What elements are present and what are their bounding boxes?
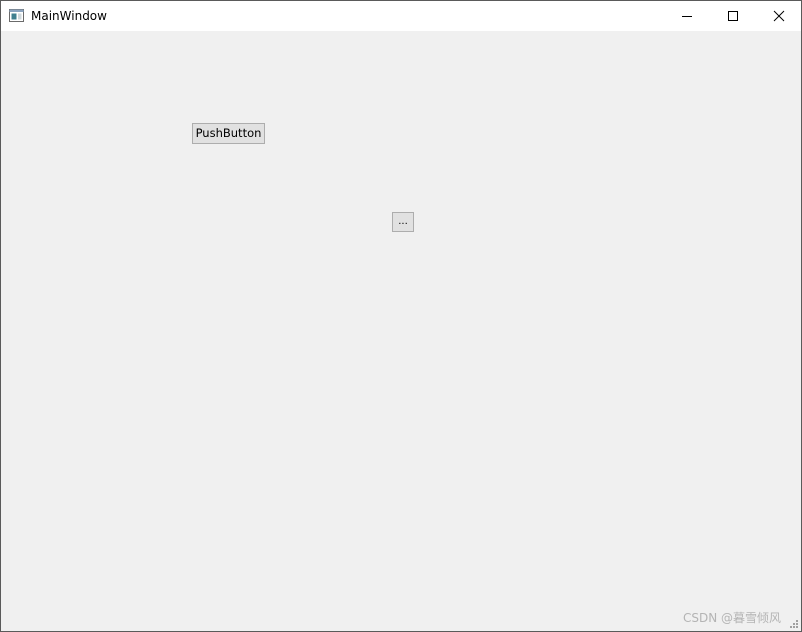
main-window: MainWindow PushButton ... CSDN @暮雪倾风 bbox=[0, 0, 802, 632]
push-button[interactable]: PushButton bbox=[192, 123, 265, 144]
title-bar[interactable]: MainWindow bbox=[1, 1, 801, 31]
tool-button[interactable]: ... bbox=[392, 212, 414, 232]
minimize-button[interactable] bbox=[664, 1, 710, 31]
resize-grip-icon[interactable] bbox=[789, 619, 799, 629]
maximize-icon bbox=[728, 11, 738, 21]
maximize-button[interactable] bbox=[710, 1, 756, 31]
close-button[interactable] bbox=[756, 1, 801, 31]
app-window-icon bbox=[9, 9, 24, 22]
window-title: MainWindow bbox=[31, 9, 107, 23]
central-widget: PushButton ... CSDN @暮雪倾风 bbox=[1, 31, 801, 631]
minimize-icon bbox=[682, 16, 692, 17]
close-icon bbox=[773, 10, 785, 22]
watermark-text: CSDN @暮雪倾风 bbox=[682, 611, 781, 625]
